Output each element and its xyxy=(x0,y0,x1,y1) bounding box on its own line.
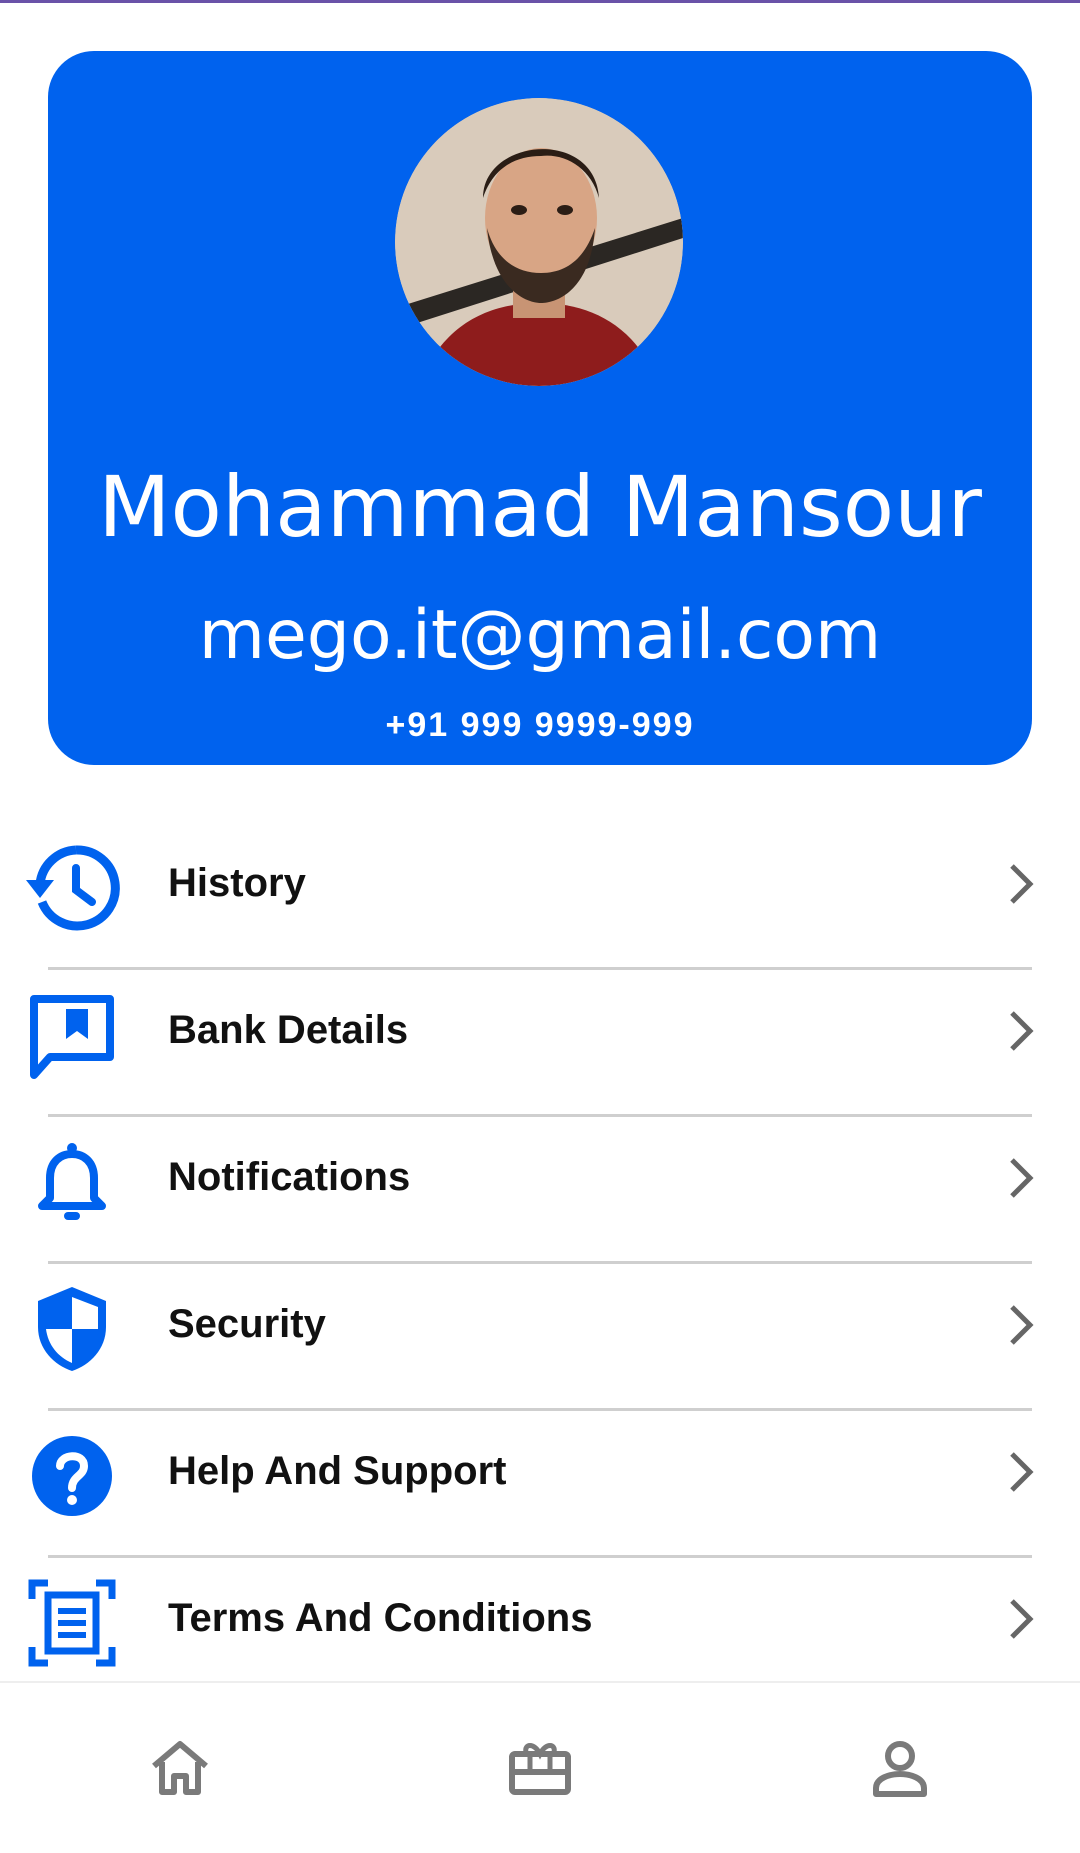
chevron-right-icon xyxy=(1010,1599,1034,1639)
shield-icon xyxy=(38,1287,106,1371)
home-icon xyxy=(152,1741,208,1795)
menu-item-security[interactable]: Security xyxy=(0,1251,1080,1398)
profile-phone: +91 999 9999-999 xyxy=(385,706,695,744)
avatar[interactable] xyxy=(395,98,683,386)
menu-item-help-and-support[interactable]: Help And Support xyxy=(0,1398,1080,1545)
document-scan-icon xyxy=(28,1579,116,1667)
bell-icon xyxy=(38,1143,106,1220)
menu-item-label: Notifications xyxy=(168,1155,411,1199)
menu-item-terms-and-conditions[interactable]: Terms And Conditions xyxy=(0,1545,1080,1692)
gift-card-icon xyxy=(509,1743,571,1795)
menu-item-label: History xyxy=(168,861,306,905)
help-circle-icon xyxy=(32,1436,112,1516)
bottom-navigation xyxy=(0,1681,1080,1853)
profile-name: Mohammad Mansour xyxy=(98,458,982,556)
menu-item-notifications[interactable]: Notifications xyxy=(0,1104,1080,1251)
nav-profile-button[interactable] xyxy=(840,1713,960,1823)
bookmark-message-icon xyxy=(30,995,114,1079)
chevron-right-icon xyxy=(1010,1452,1034,1492)
chevron-right-icon xyxy=(1010,864,1034,904)
nav-home-button[interactable] xyxy=(120,1713,240,1823)
status-accent-line xyxy=(0,0,1080,3)
chevron-right-icon xyxy=(1010,1158,1034,1198)
menu-item-history[interactable]: History xyxy=(0,810,1080,957)
menu-item-label: Bank Details xyxy=(168,1008,409,1052)
chevron-right-icon xyxy=(1010,1305,1034,1345)
menu-item-label: Terms And Conditions xyxy=(168,1596,593,1640)
profile-icon xyxy=(873,1741,927,1797)
profile-email: mego.it@gmail.com xyxy=(198,596,882,675)
nav-gift-card-button[interactable] xyxy=(480,1713,600,1823)
history-icon xyxy=(26,845,120,931)
avatar-photo xyxy=(395,98,683,386)
profile-card: Mohammad Mansour mego.it@gmail.com +91 9… xyxy=(48,51,1032,765)
menu-item-bank-details[interactable]: Bank Details xyxy=(0,957,1080,1104)
menu-item-label: Help And Support xyxy=(168,1449,507,1493)
chevron-right-icon xyxy=(1010,1011,1034,1051)
menu-item-label: Security xyxy=(168,1302,326,1346)
